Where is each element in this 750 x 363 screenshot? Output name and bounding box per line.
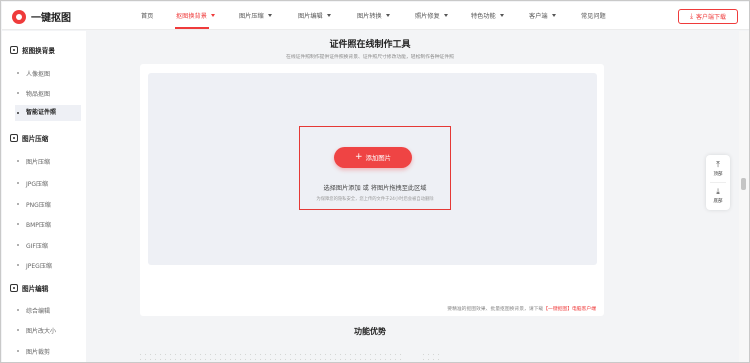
bullet-icon: [17, 244, 19, 246]
nav-label: 抠图换背景: [176, 13, 207, 20]
floating-scroll-panel: ⤒ 顶部 ⤓ 底部: [706, 155, 730, 210]
active-nav-underline: [175, 27, 209, 29]
sidebar-item-id-photo[interactable]: 智能证件照: [15, 105, 81, 121]
bullet-icon: [17, 182, 19, 184]
scroll-bottom-button[interactable]: ⤓ 底部: [706, 183, 730, 209]
scroll-top-label: 顶部: [713, 172, 723, 177]
bullet-icon: [17, 329, 19, 331]
nav-item-edit[interactable]: 图片编辑: [298, 11, 331, 20]
logo-icon: [12, 9, 26, 24]
sidebar-group-edit: 图片编辑: [10, 283, 48, 293]
upload-drop-zone[interactable]: + 添加图片 选择图片添加 或 将图片拖拽至此区域 为保障您的隐私安全，您上传的…: [148, 73, 597, 265]
sidebar-item-gif[interactable]: GIF压缩: [26, 241, 48, 250]
sidebar-item-portrait[interactable]: 人像抠图: [26, 69, 50, 78]
sidebar-group-cutout: 抠图换背景: [10, 45, 55, 55]
privacy-note: 为保障您的隐私安全，您上传的文件于24小时后会被自动删除: [316, 197, 434, 202]
main-content: 证件照在线制作工具 在线证件照制作提供证件照换背景、证件照尺寸修改功能，轻松制作…: [87, 31, 737, 362]
sidebar-item-jpg[interactable]: JPG压缩: [26, 179, 48, 188]
edit-icon: [10, 284, 18, 292]
scrollbar-thumb[interactable]: [741, 178, 746, 190]
download-label: 客户端下载: [696, 14, 727, 21]
bullet-icon: [17, 160, 19, 162]
cutout-icon: [10, 46, 18, 54]
nav-item-home[interactable]: 首页: [141, 11, 153, 20]
site-logo[interactable]: 一键抠图: [12, 9, 71, 24]
chevron-down-icon: [210, 14, 215, 17]
nav-label: 图片压缩: [239, 13, 264, 20]
scroll-top-button[interactable]: ⤒ 顶部: [706, 156, 730, 182]
sidebar-group-title: 抠图换背景: [22, 47, 55, 55]
scroll-bottom-label: 底部: [713, 199, 723, 204]
bullet-icon: [17, 72, 19, 74]
nav-label: 照片修复: [415, 13, 440, 20]
sidebar-group-title: 图片压缩: [22, 135, 49, 143]
logo-text: 一键抠图: [31, 13, 71, 24]
sidebar-item-crop[interactable]: 图片裁剪: [26, 347, 50, 356]
sidebar-item-jpeg[interactable]: JPEG压缩: [26, 261, 52, 270]
add-image-button[interactable]: + 添加图片: [334, 147, 412, 168]
bullet-icon: [17, 203, 19, 205]
sidebar-item-object[interactable]: 物品抠图: [26, 89, 50, 98]
page-title: 证件照在线制作工具: [329, 40, 411, 50]
scrollbar-track[interactable]: [739, 31, 749, 362]
sidebar: 抠图换背景 人像抠图 物品抠图 智能证件照 图片压缩 图片压缩 JPG压缩 PN…: [2, 31, 86, 362]
arrow-down-icon: ⤓: [716, 187, 720, 196]
plus-icon: +: [354, 152, 363, 162]
sidebar-group-compress: 图片压缩: [10, 133, 48, 143]
decorative-dot-pattern: [138, 352, 404, 362]
nav-item-cutout[interactable]: 抠图换背景: [176, 11, 215, 20]
nav-label: 首页: [141, 13, 154, 20]
arrow-up-icon: ⤒: [716, 160, 720, 169]
chevron-down-icon: [443, 14, 448, 17]
browser-frame: 一键抠图 首页 抠图换背景 图片压缩 图片编辑 图片转换 照片修复 特色功能 客…: [0, 0, 750, 363]
bullet-icon: [17, 223, 19, 225]
nav-item-client[interactable]: 客户端: [529, 11, 556, 20]
client-download-button[interactable]: ⤓ 客户端下载: [678, 9, 738, 24]
bullet-icon: [17, 309, 19, 311]
bullet-icon: [17, 350, 19, 352]
nav-item-repair[interactable]: 照片修复: [415, 11, 448, 20]
bullet-icon: [17, 92, 19, 94]
compress-icon: [10, 134, 18, 142]
nav-item-compress[interactable]: 图片压缩: [239, 11, 272, 20]
section-title-advantages: 功能优势: [354, 327, 386, 336]
decorative-dot-pattern: [421, 352, 441, 362]
nav-label: 常见问题: [581, 13, 606, 20]
highlight-box: + 添加图片 选择图片添加 或 将图片拖拽至此区域 为保障您的隐私安全，您上传的…: [299, 126, 451, 210]
promo-text: 要精准的抠图效果、批量抠图换背景，请下载: [447, 307, 544, 312]
nav-item-faq[interactable]: 常见问题: [581, 11, 606, 20]
chevron-down-icon: [551, 14, 556, 17]
nav-item-features[interactable]: 特色功能: [471, 11, 504, 20]
sidebar-item-general-edit[interactable]: 综合编辑: [26, 306, 50, 315]
nav-label: 图片编辑: [298, 13, 323, 20]
sidebar-group-title: 图片编辑: [22, 285, 49, 293]
chevron-down-icon: [267, 14, 272, 17]
upload-hint: 选择图片添加 或 将图片拖拽至此区域: [323, 185, 427, 192]
client-download-link[interactable]: 【一键抠图】电脑客户端: [543, 307, 596, 312]
nav-item-convert[interactable]: 图片转换: [357, 11, 390, 20]
chevron-down-icon: [326, 14, 331, 17]
page-subtitle: 在线证件照制作提供证件照换背景、证件照尺寸修改功能，轻松制作各种证件照: [286, 55, 454, 60]
sidebar-item-bmp[interactable]: BMP压缩: [26, 220, 51, 229]
chevron-down-icon: [385, 14, 390, 17]
download-icon: ⤓: [689, 12, 694, 20]
bullet-icon: [17, 264, 19, 266]
chevron-down-icon: [499, 14, 504, 17]
client-promo: 要精准的抠图效果、批量抠图换背景，请下载【一键抠图】电脑客户端: [447, 305, 596, 312]
sidebar-item-image-compress[interactable]: 图片压缩: [26, 157, 50, 166]
nav-label: 图片转换: [357, 13, 382, 20]
top-navigation-bar: 一键抠图 首页 抠图换背景 图片压缩 图片编辑 图片转换 照片修复 特色功能 客…: [2, 2, 749, 30]
sidebar-item-png[interactable]: PNG压缩: [26, 200, 51, 209]
sidebar-item-resize[interactable]: 图片改大小: [26, 326, 56, 335]
add-image-label: 添加图片: [365, 154, 392, 162]
nav-label: 客户端: [529, 13, 548, 20]
nav-label: 特色功能: [471, 13, 496, 20]
bullet-icon: [17, 112, 19, 114]
upload-card: + 添加图片 选择图片添加 或 将图片拖拽至此区域 为保障您的隐私安全，您上传的…: [140, 64, 604, 316]
